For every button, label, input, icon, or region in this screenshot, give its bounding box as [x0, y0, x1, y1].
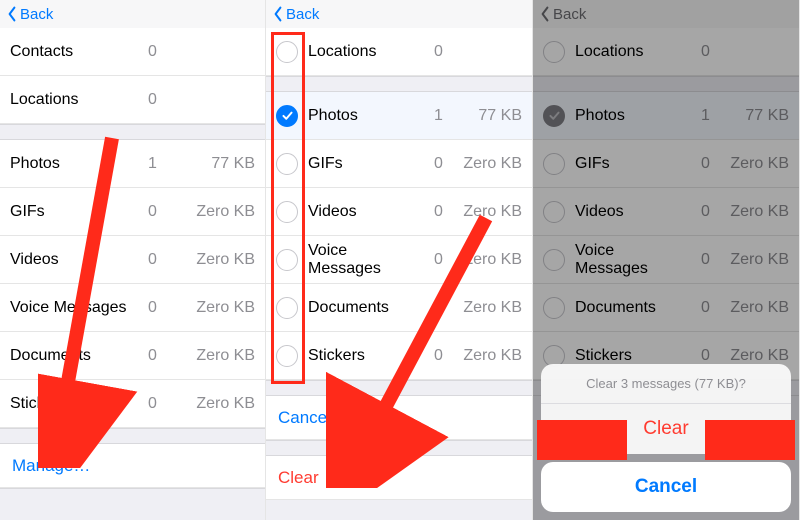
- cancel-label: Cancel: [278, 408, 331, 428]
- pane-confirm: Back Locations0Photos177 KBGIFs0Zero KBV…: [533, 0, 800, 520]
- storage-row[interactable]: Locations0: [0, 76, 265, 124]
- back-button[interactable]: Back: [272, 6, 319, 23]
- row-size: Zero KB: [460, 203, 522, 221]
- row-checkbox[interactable]: [276, 41, 298, 63]
- row-size: 77 KB: [185, 155, 255, 173]
- row-checkbox[interactable]: [276, 297, 298, 319]
- row-count: 0: [416, 251, 460, 269]
- sheet-cancel-button[interactable]: Cancel: [541, 462, 791, 512]
- cancel-button[interactable]: Cancel: [266, 396, 532, 440]
- storage-row[interactable]: Photos177 KB: [266, 92, 532, 140]
- row-label: Locations: [308, 43, 416, 61]
- row-label: Documents: [10, 347, 130, 365]
- navbar: Back: [266, 0, 532, 28]
- row-label: Photos: [308, 107, 416, 125]
- row-label: Voice Messages: [308, 242, 416, 278]
- row-checkbox[interactable]: [276, 249, 298, 271]
- row-label: Locations: [10, 91, 130, 109]
- row-size: Zero KB: [460, 347, 522, 365]
- pane-storage-overview: Back Contacts0Locations0 Photos177 KBGIF…: [0, 0, 266, 520]
- row-count: 0: [416, 43, 460, 61]
- row-size: Zero KB: [460, 155, 522, 173]
- sheet-clear-button[interactable]: Clear: [541, 404, 791, 454]
- back-button[interactable]: Back: [6, 6, 53, 23]
- storage-row[interactable]: Voice Messages0Zero KB: [266, 236, 532, 284]
- action-sheet: Clear 3 messages (77 KB)? Clear Cancel: [541, 364, 791, 512]
- storage-row[interactable]: Documents0Zero KB: [266, 284, 532, 332]
- section-gap: [266, 380, 532, 396]
- storage-row[interactable]: GIFs0Zero KB: [266, 140, 532, 188]
- row-checkbox[interactable]: [276, 153, 298, 175]
- row-count: 0: [416, 203, 460, 221]
- section-gap: [266, 440, 532, 456]
- row-label: Photos: [10, 155, 130, 173]
- chevron-left-icon: [6, 6, 18, 22]
- row-size: Zero KB: [185, 251, 255, 269]
- row-label: GIFs: [308, 155, 416, 173]
- manage-label: Manage…: [12, 456, 90, 476]
- row-count: 0: [130, 251, 185, 269]
- row-count: 1: [130, 155, 185, 173]
- storage-row[interactable]: Documents0Zero KB: [0, 332, 265, 380]
- row-label: Voice Messages: [10, 299, 130, 317]
- row-count: 0: [130, 395, 185, 413]
- row-size: Zero KB: [460, 299, 522, 317]
- row-count: 0: [130, 203, 185, 221]
- action-sheet-group: Clear 3 messages (77 KB)? Clear: [541, 364, 791, 454]
- chevron-left-icon: [272, 6, 284, 22]
- clear-label: Clear: [278, 468, 319, 488]
- row-count: 0: [130, 347, 185, 365]
- storage-row[interactable]: Videos0Zero KB: [0, 236, 265, 284]
- row-label: Stickers: [10, 395, 130, 413]
- row-size: Zero KB: [185, 347, 255, 365]
- storage-row[interactable]: Stickers0Zero KB: [0, 380, 265, 428]
- back-label: Back: [286, 6, 319, 23]
- manage-button[interactable]: Manage…: [0, 444, 265, 488]
- storage-row[interactable]: Videos0Zero KB: [266, 188, 532, 236]
- storage-row[interactable]: Locations0: [266, 28, 532, 76]
- row-count: 0: [130, 91, 185, 109]
- row-count: 0: [416, 155, 460, 173]
- action-sheet-title: Clear 3 messages (77 KB)?: [541, 364, 791, 404]
- navbar: Back: [0, 0, 265, 28]
- row-count: 0: [416, 299, 460, 317]
- back-label: Back: [20, 6, 53, 23]
- row-count: 1: [416, 107, 460, 125]
- row-size: 77 KB: [460, 107, 522, 125]
- row-count: 0: [130, 299, 185, 317]
- section-gap: [0, 488, 265, 504]
- row-checkbox[interactable]: [276, 201, 298, 223]
- row-label: GIFs: [10, 203, 130, 221]
- row-label: Videos: [10, 251, 130, 269]
- section-gap: [266, 76, 532, 92]
- row-label: Contacts: [10, 43, 130, 61]
- row-count: 0: [130, 43, 185, 61]
- row-size: Zero KB: [185, 395, 255, 413]
- row-checkbox[interactable]: [276, 345, 298, 367]
- section-gap: [0, 124, 265, 140]
- pane-selection: Back Locations0Photos177 KBGIFs0Zero KBV…: [266, 0, 533, 520]
- row-count: 0: [416, 347, 460, 365]
- storage-row[interactable]: Photos177 KB: [0, 140, 265, 188]
- row-label: Videos: [308, 203, 416, 221]
- clear-button[interactable]: Clear: [266, 456, 532, 500]
- storage-row[interactable]: Stickers0Zero KB: [266, 332, 532, 380]
- row-size: Zero KB: [185, 203, 255, 221]
- row-size: Zero KB: [460, 251, 522, 269]
- row-checkbox[interactable]: [276, 105, 298, 127]
- row-label: Stickers: [308, 347, 416, 365]
- storage-row[interactable]: Voice Messages0Zero KB: [0, 284, 265, 332]
- storage-row[interactable]: Contacts0: [0, 28, 265, 76]
- storage-row[interactable]: GIFs0Zero KB: [0, 188, 265, 236]
- section-gap: [0, 428, 265, 444]
- row-size: Zero KB: [185, 299, 255, 317]
- row-label: Documents: [308, 299, 416, 317]
